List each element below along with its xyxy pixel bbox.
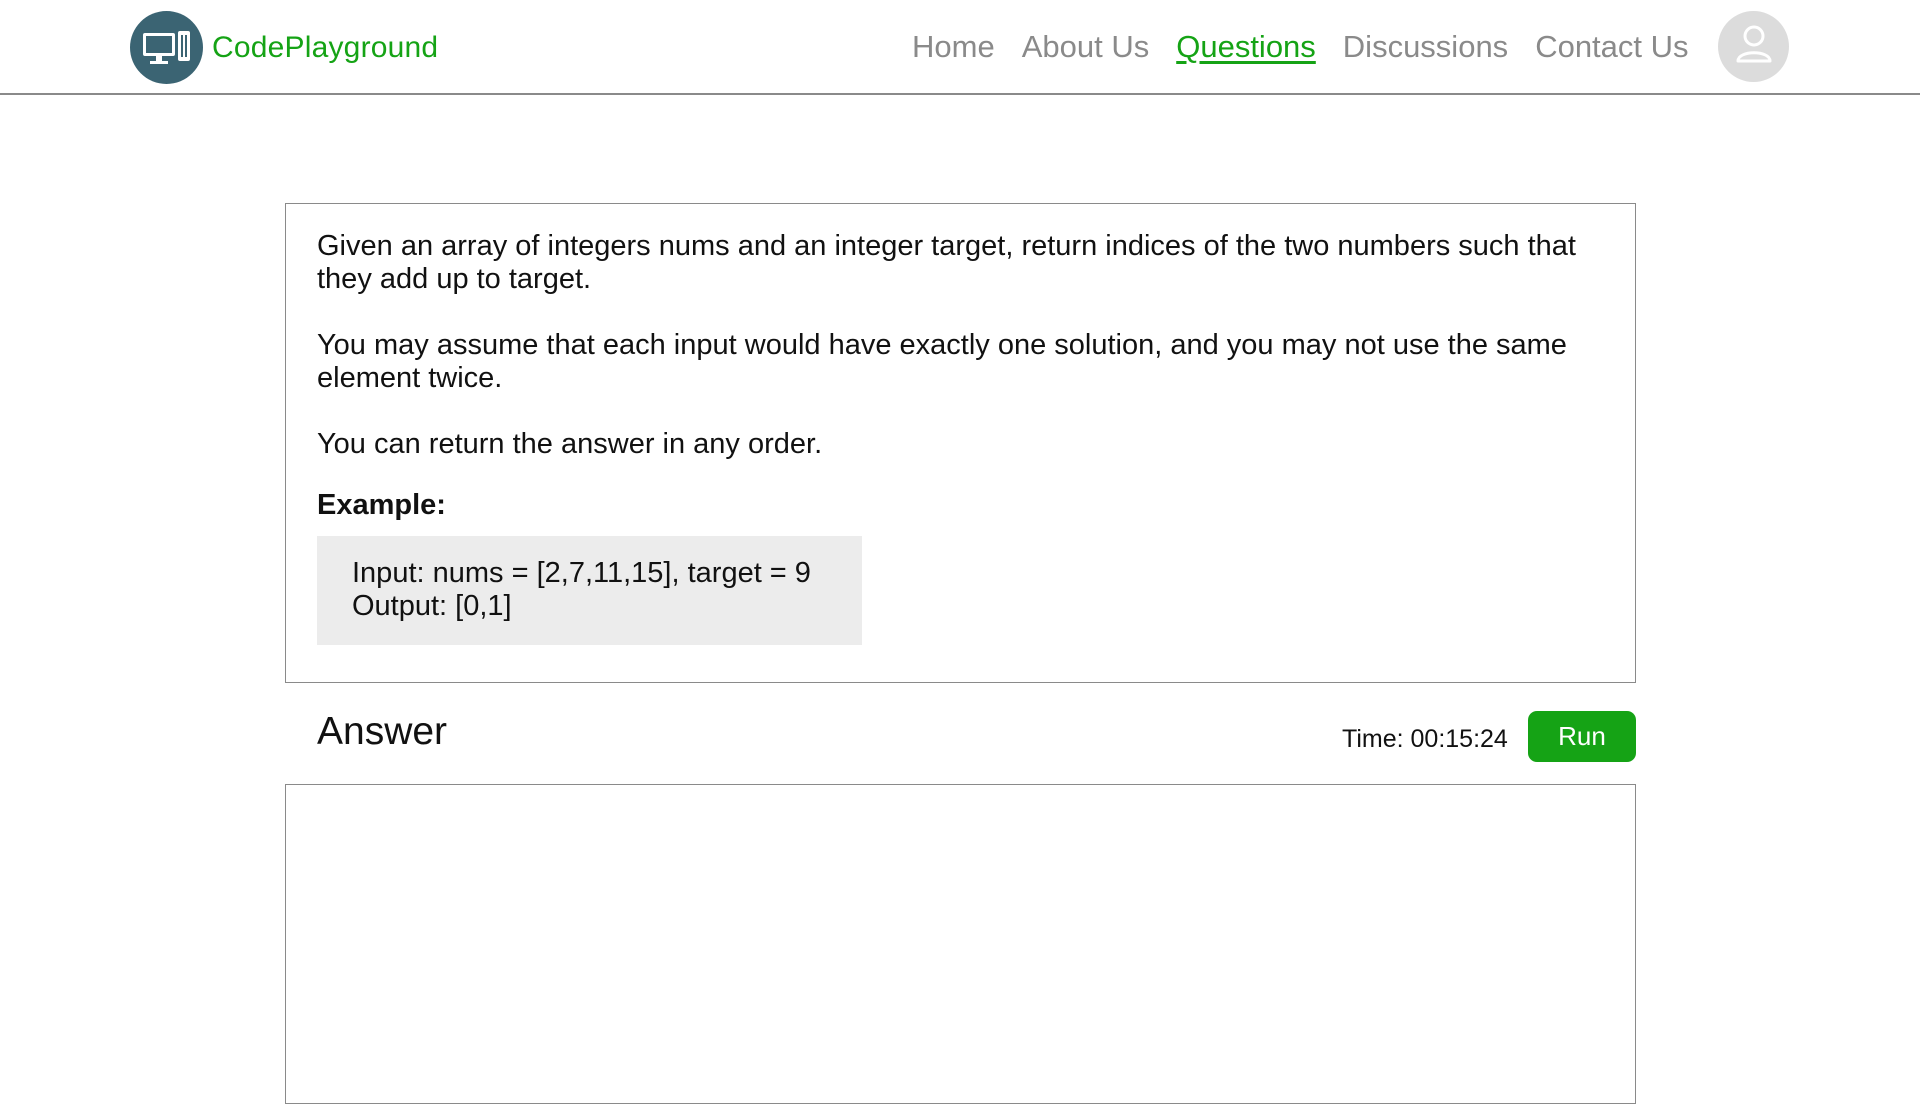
- example-input: Input: nums = [2,7,11,15], target = 9: [352, 557, 811, 589]
- nav-home[interactable]: Home: [912, 29, 995, 65]
- main-nav: Home About Us Questions Discussions Cont…: [912, 22, 1716, 72]
- question-paragraph: You can return the answer in any order.: [317, 428, 823, 460]
- example-box: Input: nums = [2,7,11,15], target = 9 Ou…: [317, 536, 862, 645]
- nav-about-us[interactable]: About Us: [1022, 29, 1150, 65]
- question-card: Given an array of integers nums and an i…: [285, 203, 1636, 683]
- example-output: Output: [0,1]: [352, 590, 512, 622]
- top-navbar: CodePlayground Home About Us Questions D…: [0, 0, 1920, 95]
- timer: Time: 00:15:24: [1342, 725, 1508, 753]
- user-avatar-button[interactable]: [1718, 11, 1789, 82]
- answer-title: Answer: [317, 710, 448, 753]
- brand-name: CodePlayground: [212, 30, 439, 64]
- question-paragraph: Given an array of integers nums and an i…: [317, 230, 1576, 295]
- example-heading: Example:: [317, 489, 446, 521]
- nav-questions[interactable]: Questions: [1176, 29, 1316, 65]
- nav-discussions[interactable]: Discussions: [1343, 29, 1508, 65]
- brand-link[interactable]: CodePlayground: [130, 11, 438, 84]
- question-paragraph: You may assume that each input would hav…: [317, 329, 1567, 394]
- run-button[interactable]: Run: [1528, 711, 1636, 762]
- monitor-icon: [130, 11, 203, 84]
- nav-contact-us[interactable]: Contact Us: [1535, 29, 1688, 65]
- answer-editor[interactable]: [285, 784, 1636, 1104]
- user-icon: [1734, 23, 1774, 70]
